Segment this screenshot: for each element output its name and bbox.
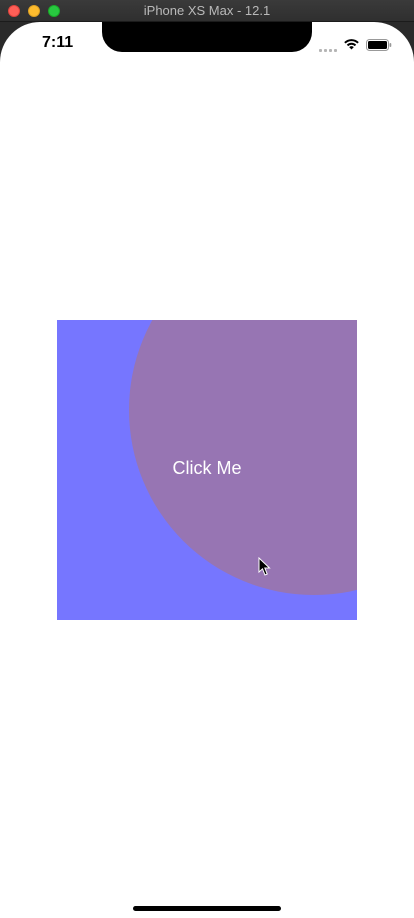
title-bar: iPhone XS Max - 12.1	[0, 0, 414, 22]
click-me-label: Click Me	[172, 458, 242, 478]
simulator-window: iPhone XS Max - 12.1 7:11 Click Me	[0, 0, 414, 918]
home-indicator	[133, 906, 281, 911]
notch	[102, 22, 312, 52]
phone-screen: 7:11 Click Me	[0, 22, 414, 918]
window-title: iPhone XS Max - 12.1	[143, 3, 271, 18]
cursor-icon	[258, 557, 271, 576]
wifi-icon	[344, 39, 359, 50]
signal-icon	[319, 44, 339, 52]
click-me-button[interactable]: Click Me	[57, 320, 357, 620]
status-time: 7:11	[42, 34, 74, 51]
battery-icon	[366, 39, 392, 51]
